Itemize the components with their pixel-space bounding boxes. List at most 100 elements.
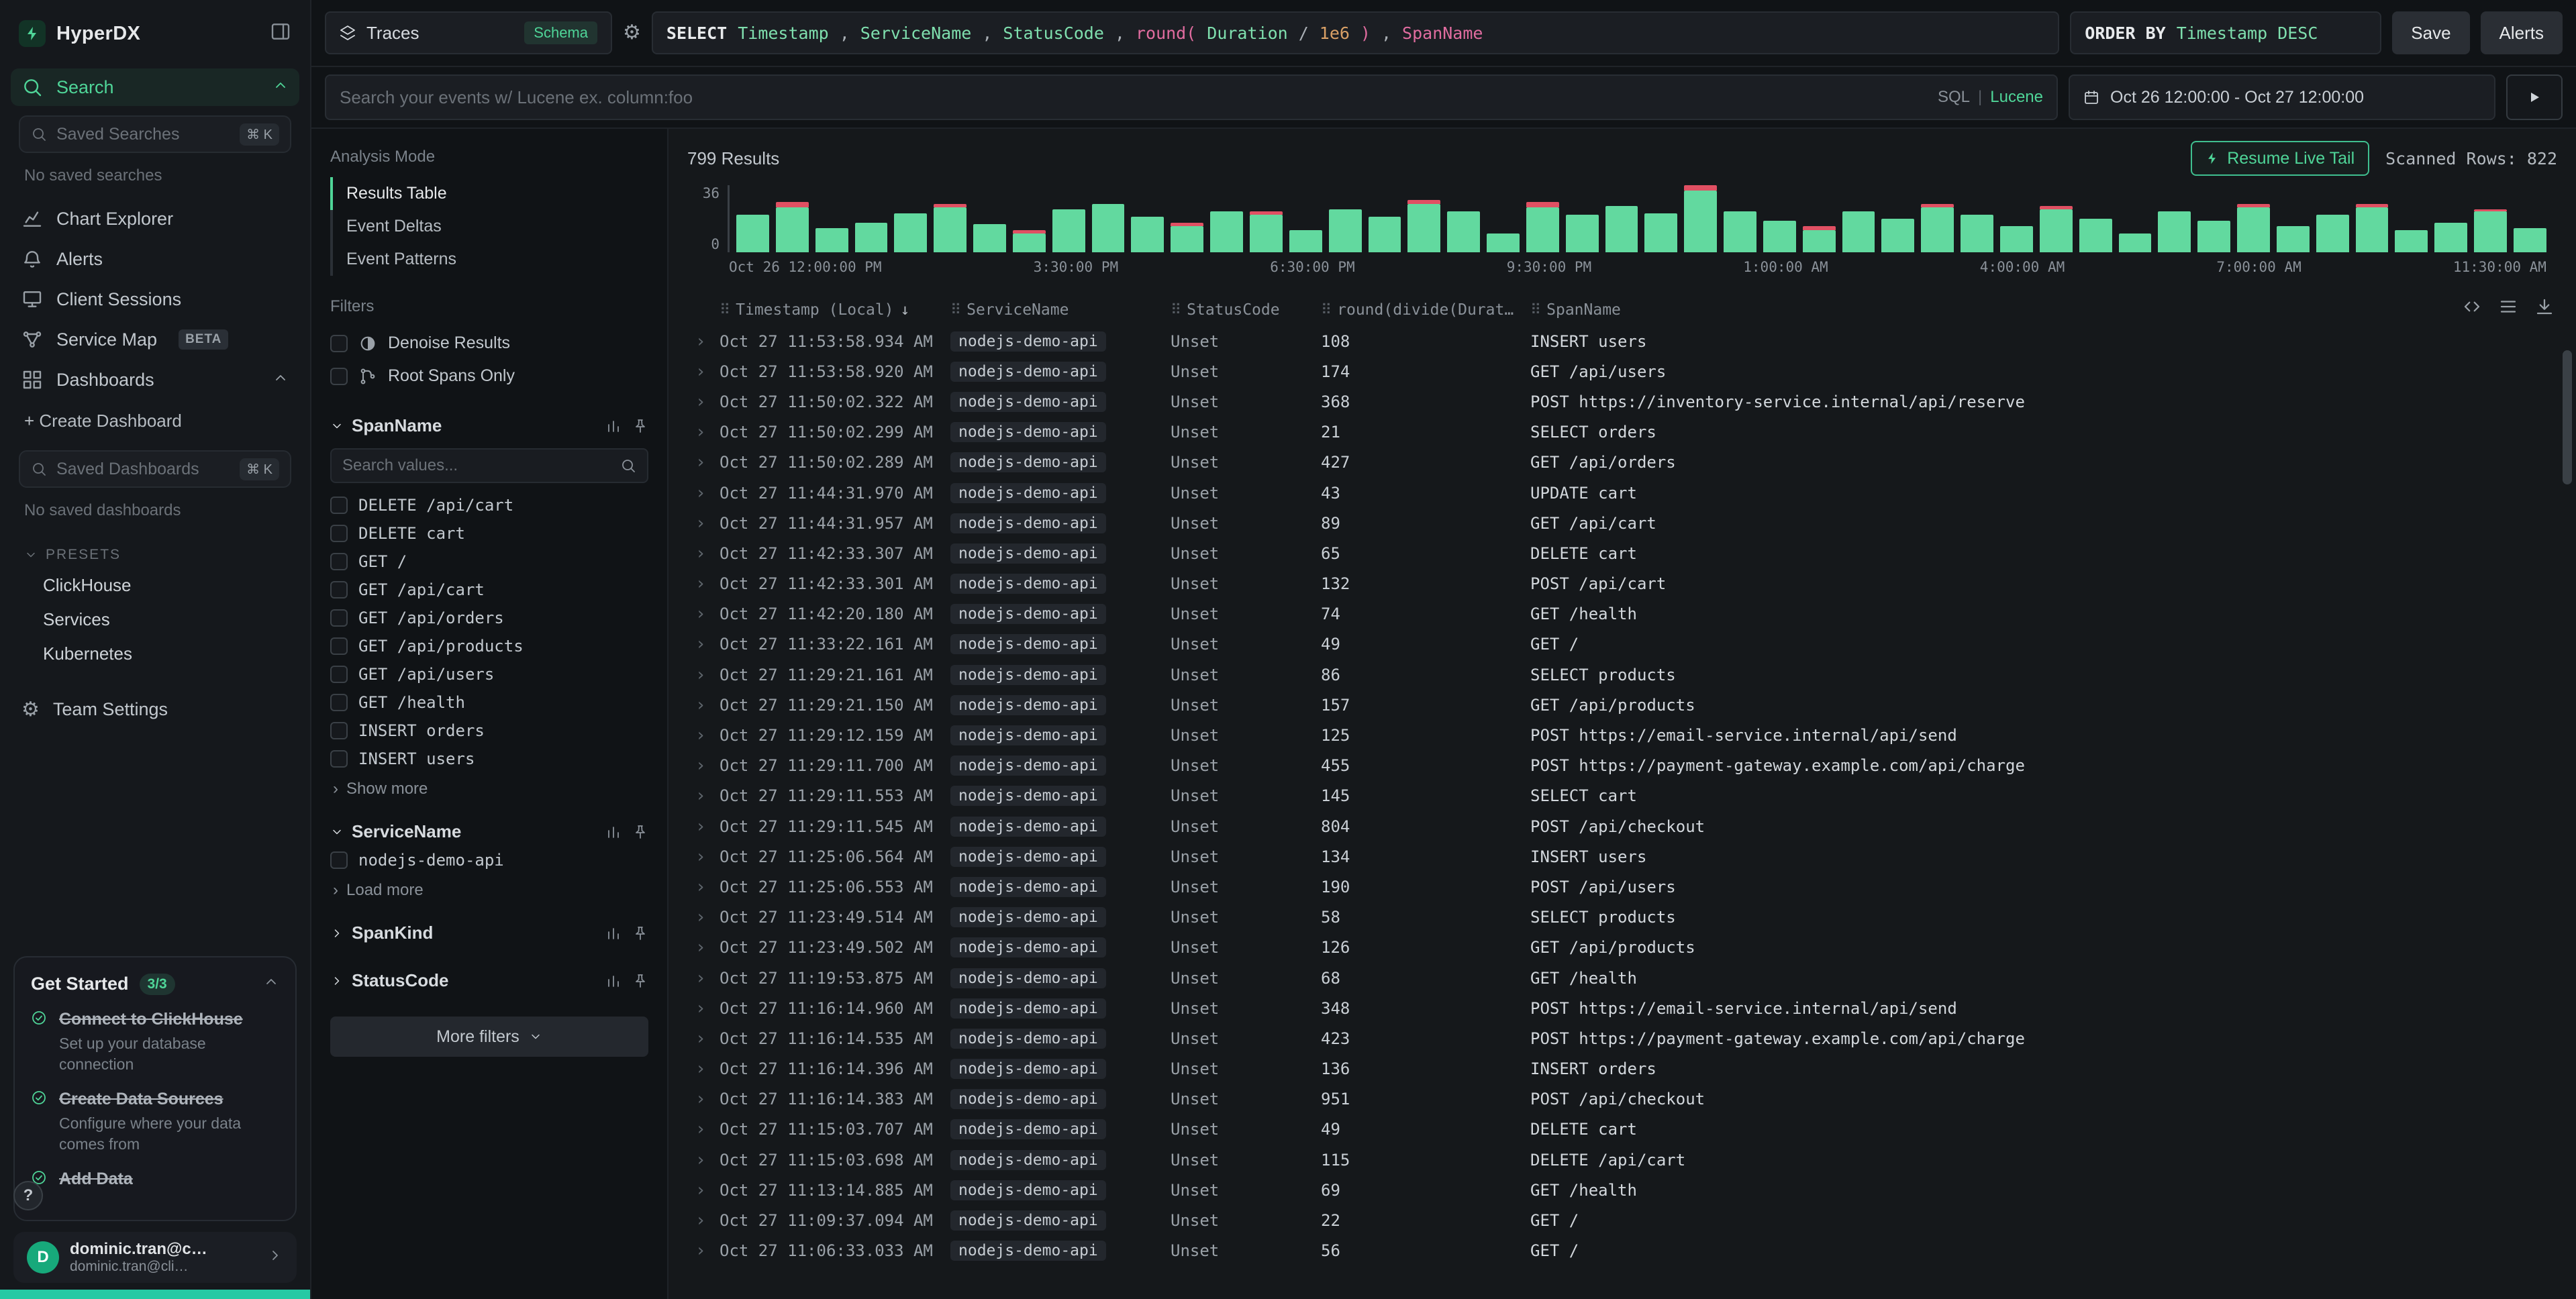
table-row[interactable]: › Oct 27 11:16:14.535 AM nodejs-demo-api…: [687, 1023, 2557, 1053]
filter-group-header[interactable]: SpanName: [330, 411, 648, 440]
row-expand-icon[interactable]: ›: [687, 877, 720, 897]
row-expand-icon[interactable]: ›: [687, 907, 720, 927]
time-range-picker[interactable]: Oct 26 12:00:00 - Oct 27 12:00:00: [2069, 74, 2495, 120]
analysis-mode-option[interactable]: Event Patterns: [330, 243, 648, 276]
sidebar-item-dashboards[interactable]: Dashboards: [11, 361, 299, 399]
table-row[interactable]: › Oct 27 11:25:06.553 AM nodejs-demo-api…: [687, 872, 2557, 902]
histogram-bar[interactable]: [1921, 185, 1954, 252]
filter-option[interactable]: GET /api/orders: [330, 604, 648, 632]
histogram-bar[interactable]: [2000, 185, 2033, 252]
event-search-input[interactable]: SQL | Lucene: [325, 74, 2058, 120]
histogram-bar[interactable]: [2197, 185, 2230, 252]
row-expand-icon[interactable]: ›: [687, 998, 720, 1019]
table-row[interactable]: › Oct 27 11:33:22.161 AM nodejs-demo-api…: [687, 629, 2557, 660]
analysis-mode-option[interactable]: Event Deltas: [330, 210, 648, 243]
checkbox[interactable]: [330, 666, 348, 683]
checkbox[interactable]: [330, 722, 348, 739]
histogram-bar[interactable]: [1131, 185, 1164, 252]
pin-icon[interactable]: [632, 973, 648, 989]
saved-dashboards-field[interactable]: [56, 460, 230, 479]
table-row[interactable]: › Oct 27 11:29:21.161 AM nodejs-demo-api…: [687, 660, 2557, 690]
filter-group-header[interactable]: SpanKind: [330, 919, 648, 947]
table-row[interactable]: › Oct 27 11:29:12.159 AM nodejs-demo-api…: [687, 720, 2557, 750]
filter-option[interactable]: GET /: [330, 548, 648, 576]
row-density-icon[interactable]: [2498, 297, 2518, 317]
filter-option[interactable]: DELETE /api/cart: [330, 491, 648, 519]
saved-searches-field[interactable]: [56, 125, 230, 144]
load-more-link[interactable]: › Load more: [330, 874, 648, 900]
row-expand-icon[interactable]: ›: [687, 483, 720, 503]
table-row[interactable]: › Oct 27 11:29:11.700 AM nodejs-demo-api…: [687, 751, 2557, 781]
table-row[interactable]: › Oct 27 11:42:33.307 AM nodejs-demo-api…: [687, 538, 2557, 568]
histogram-bar[interactable]: [1447, 185, 1480, 252]
table-row[interactable]: › Oct 27 11:50:02.289 AM nodejs-demo-api…: [687, 448, 2557, 478]
histogram-bar[interactable]: [973, 185, 1006, 252]
histogram-bar[interactable]: [855, 185, 888, 252]
histogram-bar[interactable]: [1289, 185, 1322, 252]
presets-toggle[interactable]: PRESETS: [0, 533, 310, 568]
table-row[interactable]: › Oct 27 11:13:14.885 AM nodejs-demo-api…: [687, 1175, 2557, 1205]
user-menu[interactable]: D dominic.tran@c… dominic.tran@cli…: [13, 1232, 297, 1283]
pin-icon[interactable]: [632, 418, 648, 434]
analysis-mode-option[interactable]: Results Table: [330, 177, 648, 210]
preset-dashboard-item[interactable]: Kubernetes: [0, 637, 310, 671]
table-row[interactable]: › Oct 27 11:53:58.934 AM nodejs-demo-api…: [687, 326, 2557, 356]
histogram-bar[interactable]: [2079, 185, 2112, 252]
table-row[interactable]: › Oct 27 11:29:21.150 AM nodejs-demo-api…: [687, 690, 2557, 720]
histogram-bar[interactable]: [1369, 185, 1401, 252]
checkbox[interactable]: [330, 750, 348, 768]
row-expand-icon[interactable]: ›: [687, 574, 720, 594]
histogram-bar[interactable]: [894, 185, 927, 252]
pin-icon[interactable]: [632, 925, 648, 941]
histogram-bar[interactable]: [1605, 185, 1638, 252]
preset-dashboard-item[interactable]: Services: [0, 603, 310, 637]
orderby-clause-input[interactable]: ORDER BY Timestamp DESC: [2070, 11, 2381, 54]
checkbox[interactable]: [330, 609, 348, 627]
row-expand-icon[interactable]: ›: [687, 1180, 720, 1200]
table-row[interactable]: › Oct 27 11:50:02.299 AM nodejs-demo-api…: [687, 417, 2557, 448]
table-row[interactable]: › Oct 27 11:16:14.383 AM nodejs-demo-api…: [687, 1084, 2557, 1114]
histogram-bar[interactable]: [1763, 185, 1796, 252]
table-row[interactable]: › Oct 27 11:16:14.396 AM nodejs-demo-api…: [687, 1054, 2557, 1084]
root-spans-only-toggle[interactable]: Root Spans Only: [330, 360, 648, 393]
table-row[interactable]: › Oct 27 11:42:20.180 AM nodejs-demo-api…: [687, 599, 2557, 629]
histogram-bar[interactable]: [1842, 185, 1875, 252]
table-row[interactable]: › Oct 27 11:44:31.970 AM nodejs-demo-api…: [687, 478, 2557, 508]
checkbox[interactable]: [330, 694, 348, 711]
checkbox[interactable]: [330, 637, 348, 655]
sidebar-item-chart-explorer[interactable]: Chart Explorer: [11, 200, 299, 238]
table-row[interactable]: › Oct 27 11:29:11.553 AM nodejs-demo-api…: [687, 781, 2557, 811]
select-clause-input[interactable]: SELECT Timestamp,ServiceName,StatusCode,…: [652, 11, 2059, 54]
table-row[interactable]: › Oct 27 11:44:31.957 AM nodejs-demo-api…: [687, 508, 2557, 538]
checkbox[interactable]: [330, 335, 348, 352]
column-header-timestamp[interactable]: ⠿ Timestamp (Local) ↓: [720, 301, 950, 319]
language-toggle-lucene[interactable]: Lucene: [1990, 88, 2043, 107]
table-row[interactable]: › Oct 27 11:16:14.960 AM nodejs-demo-api…: [687, 993, 2557, 1023]
save-button[interactable]: Save: [2392, 11, 2469, 54]
filter-option[interactable]: INSERT orders: [330, 717, 648, 745]
row-expand-icon[interactable]: ›: [687, 937, 720, 957]
filter-option[interactable]: INSERT users: [330, 745, 648, 773]
show-more-link[interactable]: › Show more: [330, 773, 648, 798]
filter-option[interactable]: GET /health: [330, 688, 648, 717]
run-query-button[interactable]: [2506, 74, 2563, 120]
table-row[interactable]: › Oct 27 11:15:03.698 AM nodejs-demo-api…: [687, 1145, 2557, 1175]
histogram-bar[interactable]: [1250, 185, 1283, 252]
mini-chart-icon[interactable]: [605, 418, 622, 434]
histogram-bar[interactable]: [2356, 185, 2389, 252]
column-header-servicename[interactable]: ⠿ ServiceName: [950, 301, 1171, 319]
row-expand-icon[interactable]: ›: [687, 756, 720, 776]
row-expand-icon[interactable]: ›: [687, 1059, 720, 1079]
checkbox[interactable]: [330, 525, 348, 542]
chevron-up-icon[interactable]: [263, 974, 279, 994]
column-header-spanname[interactable]: ⠿ SpanName: [1530, 301, 2557, 319]
histogram-bar[interactable]: [1329, 185, 1362, 252]
table-row[interactable]: › Oct 27 11:25:06.564 AM nodejs-demo-api…: [687, 841, 2557, 872]
table-row[interactable]: › Oct 27 11:06:33.033 AM nodejs-demo-api…: [687, 1236, 2557, 1266]
histogram-bar[interactable]: [2514, 185, 2546, 252]
histogram-bar[interactable]: [1407, 185, 1440, 252]
table-row[interactable]: › Oct 27 11:50:02.322 AM nodejs-demo-api…: [687, 386, 2557, 417]
histogram-bar[interactable]: [1961, 185, 1993, 252]
histogram-bar[interactable]: [1092, 185, 1125, 252]
table-row[interactable]: › Oct 27 11:29:11.545 AM nodejs-demo-api…: [687, 811, 2557, 841]
